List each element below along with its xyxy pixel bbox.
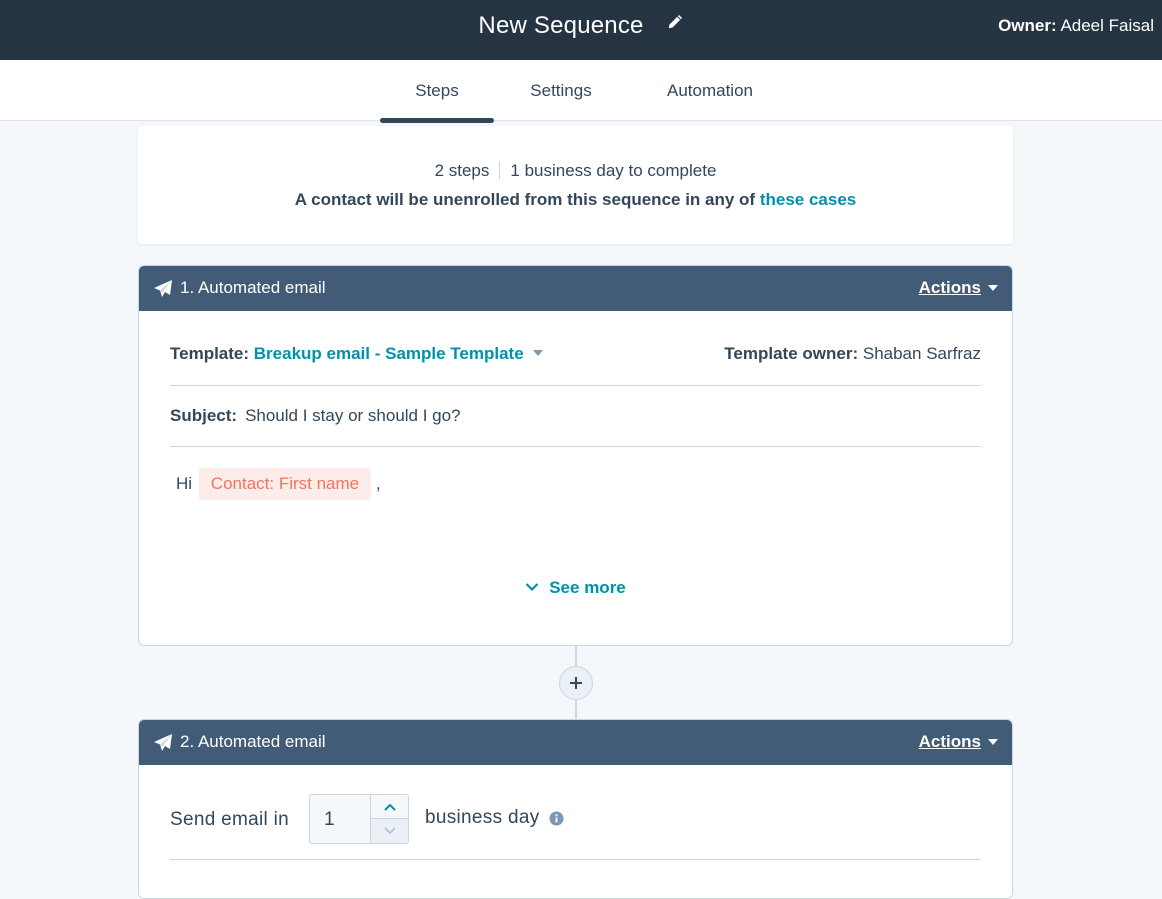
sequence-title-wrap: New Sequence	[0, 12, 1162, 40]
caret-down-icon[interactable]	[532, 350, 543, 356]
completion-time: 1 business day to complete	[510, 161, 717, 180]
divider	[170, 385, 981, 386]
chevron-up-icon	[383, 803, 396, 811]
summary-stats: 2 steps 1 business day to complete	[138, 161, 1013, 181]
unenroll-text: A contact will be unenrolled from this s…	[294, 190, 756, 209]
caret-down-icon	[988, 739, 998, 745]
tab-steps[interactable]: Steps	[380, 60, 494, 123]
tab-settings[interactable]: Settings	[511, 60, 611, 121]
info-icon[interactable]	[549, 811, 564, 826]
see-more-label: See more	[549, 578, 626, 597]
step-1-title: 1. Automated email	[180, 278, 326, 297]
personalization-token[interactable]: Contact: First name	[198, 468, 372, 500]
template-label: Template:	[170, 344, 250, 363]
tab-automation[interactable]: Automation	[646, 60, 774, 121]
step-2-header: 2. Automated email Actions	[139, 720, 1012, 765]
decrement-button[interactable]	[371, 819, 408, 843]
connector-line	[575, 700, 577, 719]
step-card-2: 2. Automated email Actions Send email in…	[138, 719, 1013, 899]
body-punctuation: ,	[375, 474, 381, 493]
subject-row: Subject: Should I stay or should I go?	[170, 406, 981, 426]
delay-stepper[interactable]: 1	[309, 794, 409, 844]
subject-value: Should I stay or should I go?	[245, 406, 461, 425]
see-more-button[interactable]: See more	[139, 578, 1012, 598]
unenroll-info: A contact will be unenrolled from this s…	[138, 190, 1013, 210]
increment-button[interactable]	[371, 795, 408, 819]
top-bar: New Sequence Owner: Adeel Faisal	[0, 0, 1162, 60]
stepper-buttons	[370, 795, 408, 843]
step-1-actions-dropdown[interactable]: Actions	[919, 278, 998, 298]
steps-count: 2 steps	[434, 161, 490, 180]
plus-icon	[570, 677, 582, 689]
delay-value[interactable]: 1	[324, 809, 335, 831]
template-owner-name: Shaban Sarfraz	[862, 344, 981, 363]
step-2-actions-dropdown[interactable]: Actions	[919, 732, 998, 752]
owner-info: Owner: Adeel Faisal	[998, 16, 1154, 36]
divider	[170, 859, 981, 860]
template-owner: Template owner: Shaban Sarfraz	[724, 344, 981, 364]
step-1-header: 1. Automated email Actions	[139, 266, 1012, 311]
paper-plane-icon	[154, 280, 172, 297]
sequence-title[interactable]: New Sequence	[478, 12, 643, 40]
template-select[interactable]: Breakup email - Sample Template	[254, 344, 524, 363]
pencil-icon[interactable]	[666, 13, 684, 31]
body-greeting: Hi	[176, 474, 193, 493]
owner-label: Owner:	[998, 16, 1057, 35]
these-cases-link[interactable]: these cases	[760, 190, 856, 209]
email-body-preview: Hi Contact: First name ,	[170, 468, 981, 500]
step-2-title: 2. Automated email	[180, 732, 326, 751]
chevron-down-icon	[525, 583, 539, 592]
subject-label: Subject:	[170, 406, 238, 425]
send-email-label: Send email in	[170, 809, 290, 830]
template-row: Template: Breakup email - Sample Templat…	[170, 344, 981, 364]
paper-plane-icon	[154, 734, 172, 751]
divider	[170, 446, 981, 447]
template-owner-label: Template owner:	[724, 344, 859, 363]
step-card-1: 1. Automated email Actions Template: Bre…	[138, 265, 1013, 646]
connector-line	[575, 646, 577, 666]
separator	[499, 161, 501, 179]
tab-bar: Steps Settings Automation	[0, 60, 1162, 123]
chevron-down-icon	[383, 827, 396, 835]
send-delay-row: Send email in 1 business day	[170, 794, 983, 844]
sequence-summary: 2 steps 1 business day to complete A cont…	[138, 126, 1013, 244]
actions-label: Actions	[918, 732, 981, 751]
caret-down-icon	[988, 285, 998, 291]
delay-unit: business day	[425, 807, 540, 828]
add-step-button[interactable]	[559, 666, 593, 700]
owner-name: Adeel Faisal	[1060, 16, 1154, 35]
actions-label: Actions	[918, 278, 981, 297]
